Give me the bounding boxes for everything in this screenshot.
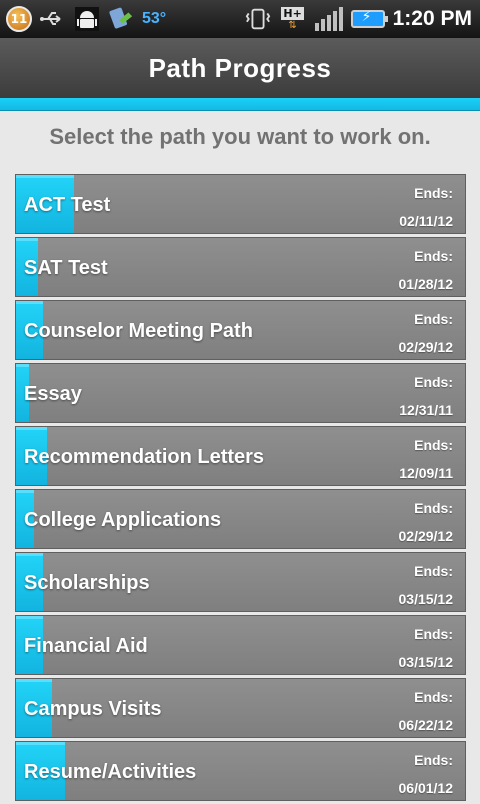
path-item[interactable]: Counselor Meeting Path Ends: 02/29/12 (15, 300, 466, 360)
status-bar-system: H+ ⇅ ⚡ 1:20 PM (245, 4, 472, 34)
end-date: 02/29/12 (398, 339, 454, 355)
ends-label: Ends: (414, 248, 453, 264)
path-name: Recommendation Letters (24, 446, 265, 468)
path-item[interactable]: Resume/Activities Ends: 06/01/12 (15, 741, 466, 801)
path-name: SAT Test (24, 257, 108, 279)
path-name: Resume/Activities (24, 761, 197, 783)
signal-icon (314, 7, 343, 31)
path-name: Financial Aid (24, 635, 148, 657)
end-date: 02/29/12 (398, 528, 454, 544)
path-item[interactable]: Recommendation Letters Ends: 12/09/11 (15, 426, 466, 486)
page-title: Path Progress (148, 52, 332, 83)
path-name: Scholarships (24, 572, 150, 594)
network-type-label: H+ (281, 7, 304, 20)
notification-badge-icon: 11 (6, 6, 32, 32)
end-date: 12/09/11 (399, 465, 453, 481)
end-date: 02/11/12 (399, 213, 453, 229)
title-bar: Path Progress (0, 38, 480, 98)
path-name: Essay (24, 383, 82, 405)
path-name: Campus Visits (24, 698, 162, 720)
ends-label: Ends: (414, 500, 453, 516)
instruction-text: Select the path you want to work on. (49, 124, 431, 149)
usb-icon (40, 6, 66, 32)
notification-count: 11 (10, 12, 28, 26)
accent-strip (0, 98, 480, 111)
end-date: 12/31/11 (399, 402, 453, 418)
temperature-readout: 53° (142, 10, 167, 27)
ends-label: Ends: (414, 311, 453, 327)
path-item[interactable]: Essay Ends: 12/31/11 (15, 363, 466, 423)
network-hplus-icon: H+ ⇅ (281, 7, 304, 31)
ends-label: Ends: (414, 185, 453, 201)
path-name: ACT Test (24, 194, 111, 216)
weather-icon (108, 6, 134, 32)
ends-label: Ends: (414, 626, 453, 642)
ends-label: Ends: (414, 752, 453, 768)
end-date: 06/01/12 (398, 780, 454, 796)
path-item[interactable]: SAT Test Ends: 01/28/12 (15, 237, 466, 297)
end-date: 03/15/12 (398, 654, 454, 670)
path-list[interactable]: ACT Test Ends: 02/11/12 SAT Test Ends: 01/28/… (15, 174, 466, 804)
battery-charging-icon: ⚡ (350, 9, 388, 28)
path-item[interactable]: Scholarships Ends: 03/15/12 (15, 552, 466, 612)
path-item[interactable]: Financial Aid Ends: 03/15/12 (15, 615, 466, 675)
path-item[interactable]: ACT Test Ends: 02/11/12 (15, 174, 466, 234)
end-date: 06/22/12 (398, 717, 454, 733)
vibrate-icon (245, 6, 271, 32)
path-item[interactable]: College Applications Ends: 02/29/12 (15, 489, 466, 549)
ends-label: Ends: (414, 563, 453, 579)
ends-label: Ends: (414, 374, 453, 390)
status-bar-notifications: 11 53° (6, 4, 166, 34)
clock: 1:20 PM (392, 7, 472, 30)
status-bar: 11 53° H+ ⇅ ⚡ 1:20 PM (0, 0, 480, 38)
android-debug-icon (74, 6, 100, 32)
ends-label: Ends: (414, 437, 453, 453)
ends-label: Ends: (414, 689, 453, 705)
path-item[interactable]: Campus Visits Ends: 06/22/12 (15, 678, 466, 738)
path-name: College Applications (24, 509, 222, 531)
path-name: Counselor Meeting Path (24, 320, 253, 342)
end-date: 01/28/12 (398, 276, 454, 292)
end-date: 03/15/12 (398, 591, 454, 607)
